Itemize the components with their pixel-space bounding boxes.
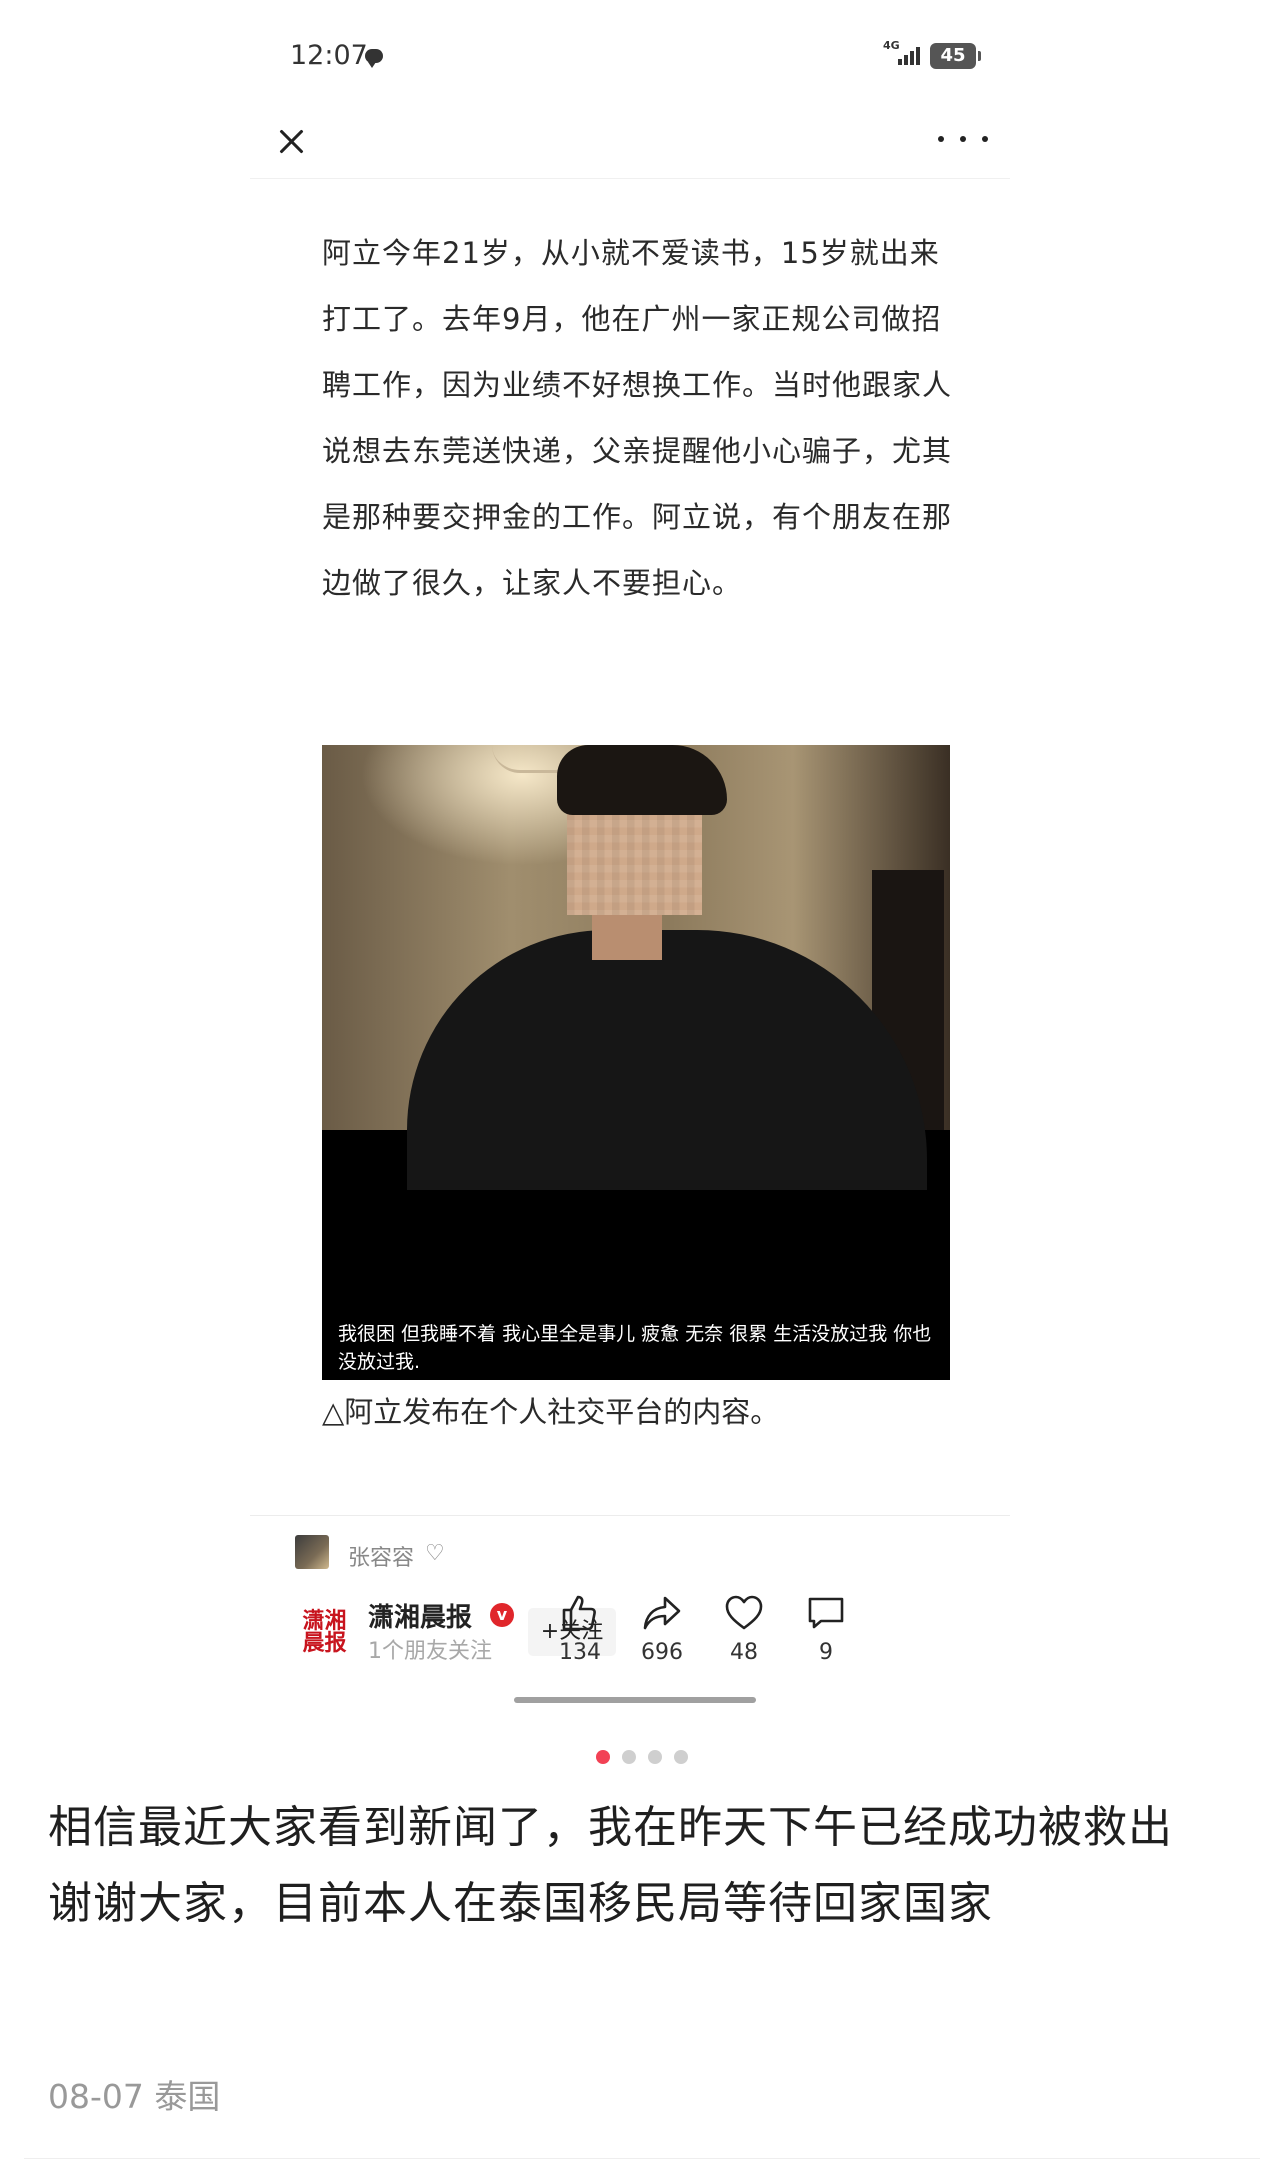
heart-outline-icon: ♡ [425, 1541, 445, 1566]
post-location: 泰国 [154, 2077, 221, 2116]
post-date: 08-07 [48, 2077, 144, 2116]
comment-button[interactable]: 9 [796, 1592, 856, 1665]
post-meta: 08-07 泰国 [48, 2070, 220, 2118]
image-note: △阿立发布在个人社交平台的内容。 [322, 1395, 780, 1429]
author-name[interactable]: 张容容 [348, 1540, 414, 1572]
close-icon[interactable] [272, 122, 310, 160]
more-options-icon[interactable] [938, 124, 988, 154]
article-screenshot: 12:07 4G 45 阿立今年21岁，从小就不爱读书，15岁就出来打工了。去年… [250, 0, 1010, 1720]
publisher-followers: 1个朋友关注 [368, 1639, 492, 1664]
article-paragraph: 阿立今年21岁，从小就不爱读书，15岁就出来打工了。去年9月，他在广州一家正规公… [322, 236, 953, 600]
favorite-count: 48 [730, 1640, 758, 1665]
share-count: 696 [641, 1640, 683, 1665]
thumbs-up-icon [562, 1595, 596, 1631]
post-body: 相信最近大家看到新闻了，我在昨天下午已经成功被救出 谢谢大家，目前本人在泰国移民… [48, 1802, 1173, 1929]
heart-icon [725, 1595, 763, 1630]
share-button[interactable]: 696 [632, 1592, 692, 1665]
status-time: 12:07 [290, 40, 368, 71]
publisher-logo[interactable]: 潇湘 晨报 [302, 1610, 347, 1656]
verified-badge-icon: v [490, 1603, 514, 1627]
carousel-dot[interactable] [648, 1750, 662, 1764]
article-nav-bar [250, 110, 1010, 179]
divider [24, 2158, 1260, 2159]
photo-caption: 我很困 但我睡不着 我心里全是事儿 疲惫 无奈 很累 生活没放过我 你也没放过我… [338, 1323, 932, 1373]
status-bar: 12:07 4G 45 [250, 0, 1010, 110]
signal-bars-icon [898, 47, 922, 65]
chat-bubble-icon [365, 49, 383, 68]
share-icon [643, 1596, 681, 1630]
carousel-dot[interactable] [596, 1750, 610, 1764]
like-count: 134 [559, 1640, 601, 1665]
like-button[interactable]: 134 [550, 1592, 610, 1665]
photo-hair [557, 745, 727, 815]
favorite-button[interactable]: 48 [714, 1592, 774, 1665]
author-avatar[interactable] [295, 1535, 329, 1569]
carousel-dot[interactable] [674, 1750, 688, 1764]
carousel-dots[interactable] [0, 1750, 1284, 1764]
comment-count: 9 [819, 1640, 833, 1665]
home-indicator [514, 1697, 756, 1703]
carousel-dot[interactable] [622, 1750, 636, 1764]
divider [250, 1515, 1010, 1516]
article-photo: 我很困 但我睡不着 我心里全是事儿 疲惫 无奈 很累 生活没放过我 你也没放过我… [322, 745, 950, 1380]
comment-icon [808, 1597, 844, 1629]
battery-icon: 45 [930, 43, 981, 69]
publisher-name[interactable]: 潇湘晨报 [368, 1597, 472, 1634]
